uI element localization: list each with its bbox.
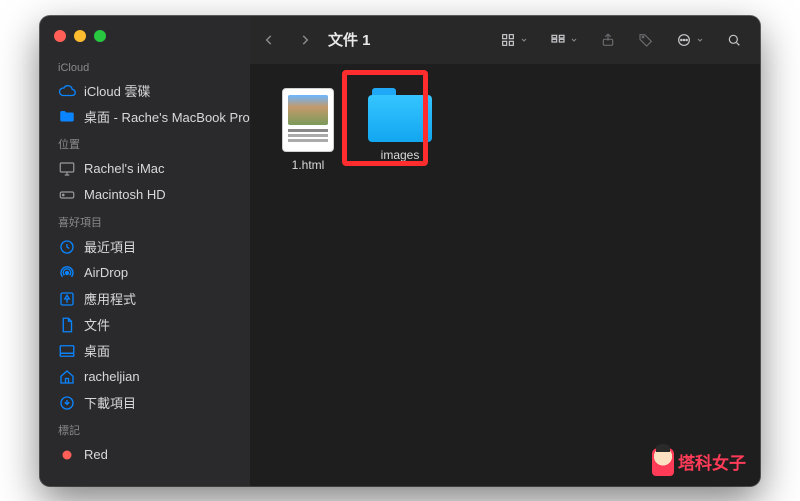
file-grid[interactable]: 1.html images — [250, 64, 760, 486]
minimize-button[interactable] — [74, 30, 86, 42]
tags-button[interactable] — [632, 28, 660, 52]
sidebar-item-label: Red — [84, 447, 108, 462]
cloud-icon — [58, 82, 76, 100]
sidebar-item-label: 文件 — [84, 315, 110, 334]
sidebar-item-label: Rachel's iMac — [84, 161, 165, 176]
imac-icon — [58, 160, 76, 178]
file-label: images — [381, 148, 420, 162]
main-area: 文件 1 — [250, 16, 760, 486]
download-icon — [58, 394, 76, 412]
section-header-locations: 位置 — [40, 130, 250, 156]
html-file-icon — [282, 88, 334, 152]
sidebar-item-macintosh-hd[interactable]: Macintosh HD — [40, 182, 250, 208]
hdd-icon — [58, 186, 76, 204]
file-label: 1.html — [292, 158, 325, 172]
mascot-icon — [652, 448, 674, 476]
sidebar-item-recents[interactable]: 最近項目 — [40, 234, 250, 260]
view-grid-button[interactable] — [494, 28, 534, 52]
toolbar: 文件 1 — [250, 16, 760, 64]
sidebar-item-label: 應用程式 — [84, 289, 136, 308]
window-traffic-lights — [40, 26, 250, 56]
sidebar-item-label: racheljian — [84, 369, 140, 384]
window-title: 文件 1 — [328, 29, 371, 50]
finder-window: iCloud iCloud 雲碟 桌面 - Rache's MacBook Pr… — [40, 16, 760, 486]
sidebar-item-downloads[interactable]: 下載項目 — [40, 390, 250, 416]
home-icon — [58, 368, 76, 386]
sidebar-item-tag-red[interactable]: Red — [40, 442, 250, 468]
sidebar: iCloud iCloud 雲碟 桌面 - Rache's MacBook Pr… — [40, 16, 250, 486]
search-button[interactable] — [720, 28, 748, 52]
document-icon — [58, 316, 76, 334]
sidebar-item-desktop-macbook[interactable]: 桌面 - Rache's MacBook Pro — [40, 104, 250, 130]
sidebar-item-desktop[interactable]: 桌面 — [40, 338, 250, 364]
group-by-button[interactable] — [544, 28, 584, 52]
sidebar-item-icloud-drive[interactable]: iCloud 雲碟 — [40, 78, 250, 104]
close-button[interactable] — [54, 30, 66, 42]
share-button[interactable] — [594, 28, 622, 52]
forward-button[interactable] — [298, 33, 312, 47]
back-button[interactable] — [262, 33, 276, 47]
sidebar-item-label: 最近項目 — [84, 237, 136, 256]
file-item-html[interactable]: 1.html — [264, 82, 352, 178]
sidebar-item-home[interactable]: racheljian — [40, 364, 250, 390]
sidebar-item-label: iCloud 雲碟 — [84, 81, 150, 100]
action-menu-button[interactable] — [670, 28, 710, 52]
desktop-icon — [58, 342, 76, 360]
sidebar-item-imac[interactable]: Rachel's iMac — [40, 156, 250, 182]
sidebar-item-label: 下載項目 — [84, 393, 136, 412]
tag-red-icon — [58, 446, 76, 464]
section-header-icloud: iCloud — [40, 56, 250, 78]
apps-icon — [58, 290, 76, 308]
nav-buttons — [262, 33, 318, 47]
sidebar-item-documents[interactable]: 文件 — [40, 312, 250, 338]
file-item-folder-images[interactable]: images — [356, 82, 444, 168]
fullscreen-button[interactable] — [94, 30, 106, 42]
sidebar-item-label: AirDrop — [84, 265, 128, 280]
section-header-favorites: 喜好項目 — [40, 208, 250, 234]
sidebar-item-label: 桌面 — [84, 341, 110, 360]
sidebar-item-airdrop[interactable]: AirDrop — [40, 260, 250, 286]
airdrop-icon — [58, 264, 76, 282]
watermark-text: 塔科女子 — [678, 449, 746, 474]
clock-icon — [58, 238, 76, 256]
watermark: 塔科女子 — [652, 448, 746, 476]
sidebar-item-label: Macintosh HD — [84, 187, 166, 202]
sidebar-item-applications[interactable]: 應用程式 — [40, 286, 250, 312]
folder-icon — [368, 88, 432, 142]
folder-icon — [58, 108, 76, 126]
sidebar-item-label: 桌面 - Rache's MacBook Pro — [84, 107, 250, 126]
section-header-tags: 標記 — [40, 416, 250, 442]
